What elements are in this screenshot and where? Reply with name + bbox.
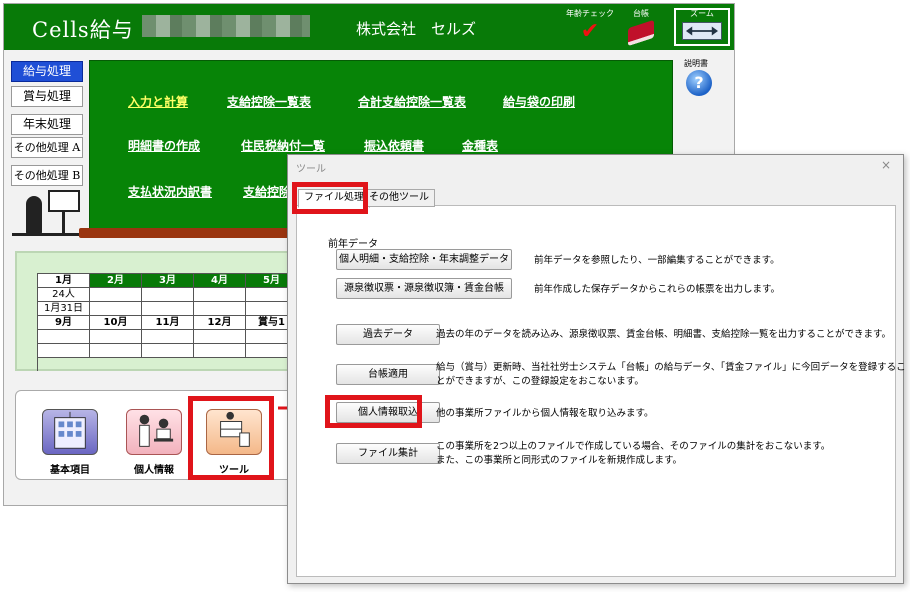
calendar-empty-cell xyxy=(142,302,194,316)
month-cell-sep[interactable]: 9月 xyxy=(38,316,90,330)
building-icon xyxy=(42,409,98,455)
close-icon[interactable]: × xyxy=(881,158,891,172)
basic-items-label: 基本項目 xyxy=(50,465,90,476)
month-cell-apr[interactable]: 4月 xyxy=(194,274,246,288)
app-header: Cells給与 株式会社 セルズ 年齢チェック ✔ 台帳 ズーム xyxy=(4,4,734,50)
help-label: 説明書 xyxy=(684,59,708,68)
file-aggregate-description-1: この事業所を2つ以上のファイルで作成している場合、そのファイルの集計をおこないま… xyxy=(436,441,831,452)
zoom-label: ズーム xyxy=(690,9,714,18)
month-cell-oct[interactable]: 10月 xyxy=(90,316,142,330)
withholding-button[interactable]: 源泉徴収票・源泉徴収簿・賃金台帳 xyxy=(336,278,512,299)
import-personal-info-description: 他の事業所ファイルから個人情報を取り込みます。 xyxy=(436,408,654,419)
past-data-description: 過去の年のデータを読み込み、源泉徴収票、賃金台帳、明細書、支給控除一覧を出力する… xyxy=(436,329,892,340)
employee-count-cell: 24人 xyxy=(38,288,90,302)
app-title: Cells給与 xyxy=(32,18,134,42)
nav-payment-status[interactable]: 支払状況内訳書 xyxy=(128,183,212,200)
book-icon xyxy=(628,19,654,47)
side-item-other-a[interactable]: その他処理 A xyxy=(11,137,83,158)
nav-envelope-print[interactable]: 給与袋の印刷 xyxy=(503,93,575,110)
calendar-empty-cell xyxy=(90,302,142,316)
withholding-description: 前年作成した保存データからこれらの帳票を出力します。 xyxy=(534,284,781,295)
dialog-title: ツール xyxy=(296,164,326,175)
month-cell-nov[interactable]: 11月 xyxy=(142,316,194,330)
calendar-empty-cell xyxy=(142,288,194,302)
zoom-arrows-icon xyxy=(682,22,722,40)
personal-statement-button[interactable]: 個人明細・支給控除・年末調整データ xyxy=(336,249,512,270)
side-item-bonus[interactable]: 賞与処理 xyxy=(11,86,83,107)
tool-highlight-frame xyxy=(188,396,274,480)
age-check-button[interactable]: 年齢チェック ✔ xyxy=(564,8,616,43)
month-cell-feb[interactable]: 2月 xyxy=(90,274,142,288)
pay-date-cell: 1月31日 xyxy=(38,302,90,316)
ledger-label: 台帳 xyxy=(633,9,649,18)
nav-statement[interactable]: 明細書の作成 xyxy=(128,137,200,154)
presenter-icon xyxy=(12,190,82,236)
calendar-grid: 1月 2月 3月 4月 5月 24人 1月31日 9月 10月 11月 12月 … xyxy=(37,273,295,371)
personal-statement-description: 前年データを参照したり、一部編集することができます。 xyxy=(534,255,780,266)
zoom-button[interactable]: ズーム xyxy=(674,8,730,46)
prev-year-label: 前年データ xyxy=(328,239,378,250)
basic-items-button[interactable]: 基本項目 xyxy=(40,409,100,476)
nav-denomination[interactable]: 金種表 xyxy=(462,137,498,154)
people-icon xyxy=(126,409,182,455)
nav-total-deduction-list[interactable]: 合計支給控除一覧表 xyxy=(358,93,466,110)
ledger-button[interactable]: 台帳 xyxy=(622,8,660,47)
age-check-label: 年齢チェック xyxy=(566,9,614,18)
shelf-decoration xyxy=(79,228,289,238)
ledger-apply-description-2: とができますが、この登録設定をおこないます。 xyxy=(436,376,644,387)
side-item-other-b[interactable]: その他処理 B xyxy=(11,165,83,186)
month-cell-dec[interactable]: 12月 xyxy=(194,316,246,330)
calendar-empty-cell xyxy=(90,288,142,302)
calendar-empty-cell xyxy=(38,330,90,344)
nav-transfer-request[interactable]: 振込依頼書 xyxy=(364,137,424,154)
file-aggregate-description-2: また、この事業所と同形式のファイルを新規作成します。 xyxy=(436,455,683,466)
file-aggregate-button[interactable]: ファイル集計 xyxy=(336,443,440,464)
calendar-empty-cell xyxy=(90,330,142,344)
calendar-empty-cell xyxy=(194,344,246,358)
personal-info-label: 個人情報 xyxy=(134,465,174,476)
month-cell-jan[interactable]: 1月 xyxy=(38,274,90,288)
ledger-apply-description-1: 給与（賞与）更新時、当社社労士システム「台帳」の給与データ、「賃金ファイル」に今… xyxy=(436,362,906,373)
screenshot-stage: Cells給与 株式会社 セルズ 年齢チェック ✔ 台帳 ズーム 給与処理 賞与… xyxy=(0,0,910,592)
side-item-year-end[interactable]: 年末処理 xyxy=(11,114,83,135)
personal-info-button[interactable]: 個人情報 xyxy=(124,409,184,476)
check-mark-icon: ✔ xyxy=(580,19,600,44)
calendar-empty-cell xyxy=(90,344,142,358)
side-item-payroll[interactable]: 給与処理 xyxy=(11,61,83,82)
calendar-empty-cell xyxy=(194,330,246,344)
calendar-empty-cell xyxy=(142,344,194,358)
nav-input-calc[interactable]: 入力と計算 xyxy=(128,93,188,110)
company-name: 株式会社 セルズ xyxy=(356,20,477,38)
calendar-empty-cell xyxy=(38,344,90,358)
tool-dialog: ツール × ファイル処理 その他ツール 前年データ 個人明細・支給控除・年末調整… xyxy=(287,154,906,584)
past-data-button[interactable]: 過去データ xyxy=(336,324,440,345)
ledger-apply-button[interactable]: 台帳適用 xyxy=(336,364,440,385)
blurred-name-area xyxy=(142,15,310,37)
month-cell-mar[interactable]: 3月 xyxy=(142,274,194,288)
import-highlight-frame xyxy=(325,395,422,428)
calendar-empty-cell xyxy=(194,288,246,302)
calendar-empty-cell xyxy=(142,330,194,344)
help-icon[interactable]: ? xyxy=(686,70,712,96)
nav-resident-tax[interactable]: 住民税納付一覧 xyxy=(241,137,325,154)
nav-deduction-list[interactable]: 支給控除一覧表 xyxy=(227,93,311,110)
nav-deduction-truncated[interactable]: 支給控除 xyxy=(243,183,291,200)
calendar-empty-cell xyxy=(194,302,246,316)
tab-highlight-frame xyxy=(292,182,368,214)
tab-other-tools[interactable]: その他ツール xyxy=(363,189,435,207)
